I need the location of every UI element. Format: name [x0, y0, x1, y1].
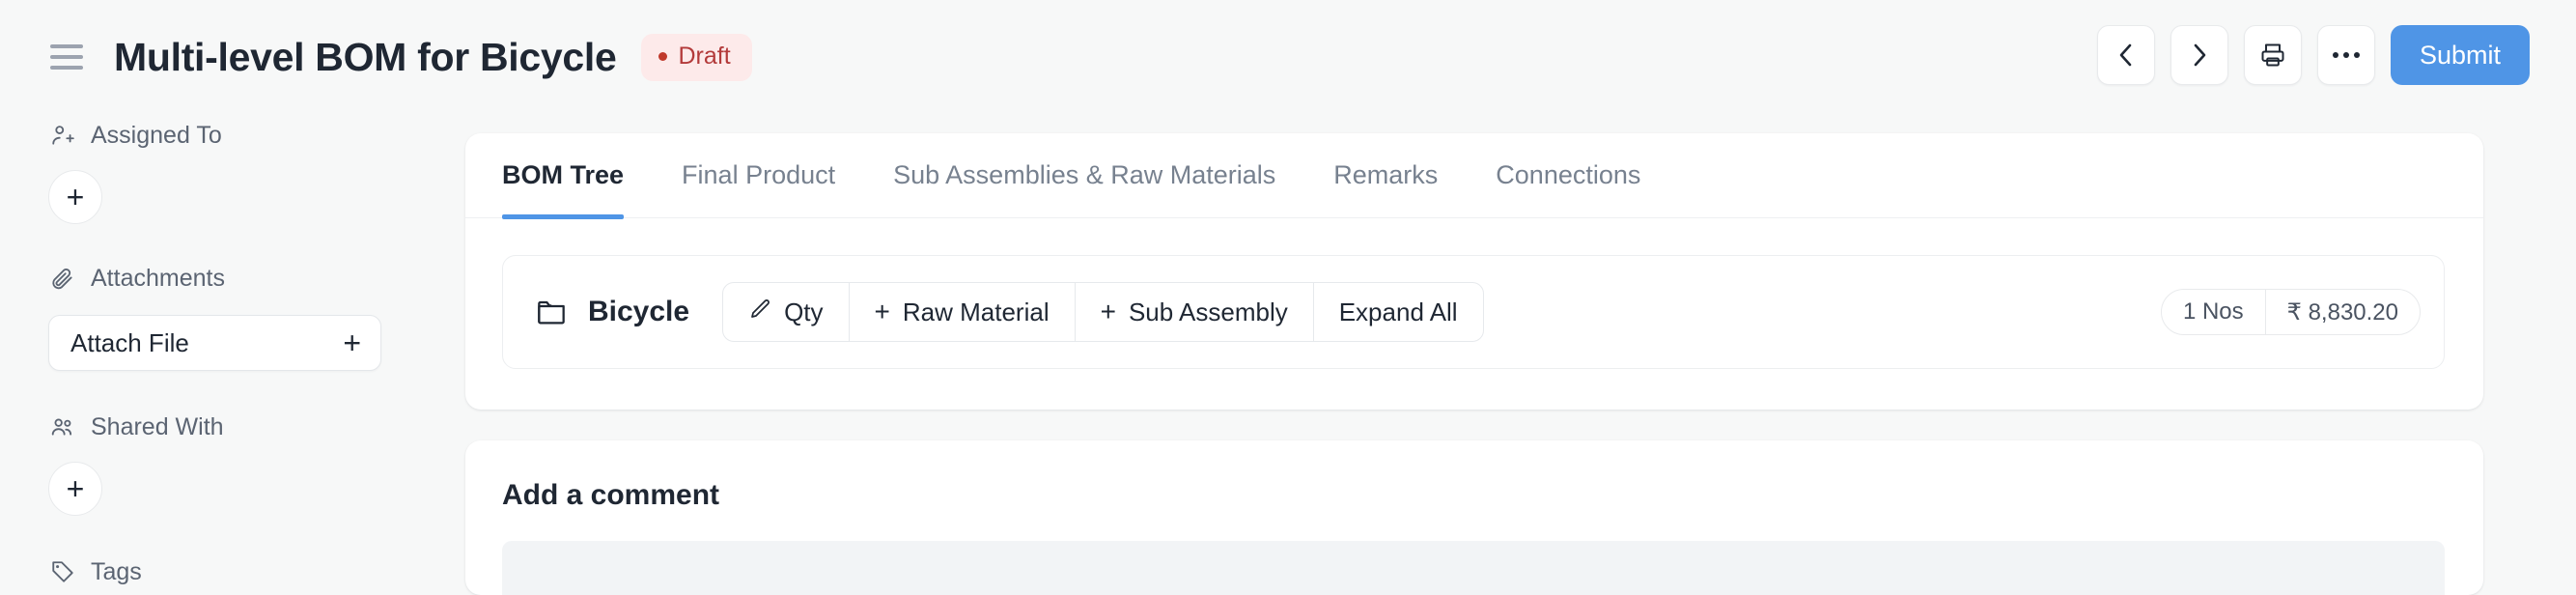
app-page: Multi-level BOM for Bicycle Draft Submit… [0, 0, 2576, 595]
bom-node-name: Bicycle [588, 296, 690, 327]
page-title: Multi-level BOM for Bicycle [114, 34, 617, 79]
edit-qty-label: Qty [784, 297, 824, 326]
sidebar-section-header: Shared With [0, 406, 462, 448]
tab-remarks[interactable]: Remarks [1304, 133, 1467, 218]
attach-file-label: Attach File [70, 327, 189, 357]
sidebar-section-label: Assigned To [91, 121, 222, 149]
status-badge-label: Draft [678, 42, 731, 70]
more-options-button[interactable] [2316, 25, 2375, 85]
add-raw-material-button[interactable]: + Raw Material [850, 283, 1076, 341]
comment-input[interactable] [502, 541, 2445, 595]
sidebar-section-attachments: Attachments Attach File + [0, 257, 462, 371]
sidebar-section-header: Tags [0, 551, 462, 593]
tab-final-product[interactable]: Final Product [653, 133, 864, 218]
bom-tree-root-row: Bicycle Qty + Raw Material + Sub Assembl… [502, 255, 2445, 369]
sidebar-section-label: Tags [91, 557, 142, 585]
tag-icon [50, 559, 75, 584]
add-assignee-button[interactable]: + [48, 170, 102, 224]
bom-card: BOM Tree Final Product Sub Assemblies & … [465, 133, 2483, 410]
next-document-button[interactable] [2170, 25, 2228, 85]
hamburger-bar [50, 66, 83, 70]
plus-icon: + [1100, 297, 1116, 326]
folder-icon[interactable] [536, 298, 567, 326]
printer-icon [2259, 42, 2286, 69]
submit-button[interactable]: Submit [2390, 25, 2530, 85]
users-icon [50, 414, 75, 439]
tab-bar: BOM Tree Final Product Sub Assemblies & … [465, 133, 2483, 219]
sidebar-section-header: Assigned To [0, 114, 462, 156]
tab-connections[interactable]: Connections [1467, 133, 1669, 218]
add-sub-assembly-button[interactable]: + Sub Assembly [1076, 283, 1314, 341]
add-raw-material-label: Raw Material [902, 297, 1050, 326]
sidebar-section-header: Attachments [0, 257, 462, 299]
expand-all-label: Expand All [1338, 297, 1458, 326]
bom-quantity-value: 1 Nos [2162, 290, 2266, 334]
sidebar-section-tags: Tags [0, 551, 462, 593]
status-badge: Draft [641, 33, 752, 81]
ellipsis-icon [2332, 52, 2360, 58]
page-header: Multi-level BOM for Bicycle Draft Submit [0, 0, 2576, 114]
add-sub-assembly-label: Sub Assembly [1128, 297, 1288, 326]
attach-file-button[interactable]: Attach File + [48, 315, 381, 371]
prev-document-button[interactable] [2096, 25, 2155, 85]
hamburger-icon[interactable] [50, 44, 83, 70]
paperclip-icon [50, 266, 75, 291]
hamburger-bar [50, 44, 83, 48]
plus-icon: + [66, 180, 85, 214]
sidebar-section-label: Attachments [91, 264, 225, 292]
chevron-left-icon [2114, 42, 2138, 69]
tab-sub-assemblies-raw-materials[interactable]: Sub Assemblies & Raw Materials [864, 133, 1304, 218]
plus-icon: + [66, 471, 85, 506]
comment-card: Add a comment [465, 440, 2483, 595]
bom-node-meta: 1 Nos ₹ 8,830.20 [2160, 289, 2421, 335]
bom-amount-value: ₹ 8,830.20 [2286, 298, 2398, 326]
user-plus-icon [50, 123, 75, 148]
plus-icon: + [874, 297, 890, 326]
add-shared-user-button[interactable]: + [48, 462, 102, 516]
comment-section-title: Add a comment [502, 479, 720, 511]
expand-all-button[interactable]: Expand All [1314, 283, 1483, 341]
edit-qty-button[interactable]: Qty [723, 283, 850, 341]
bom-node-actions: Qty + Raw Material + Sub Assembly Expand… [722, 282, 1484, 342]
hamburger-bar [50, 55, 83, 59]
plus-icon: + [343, 326, 361, 360]
tab-bom-tree[interactable]: BOM Tree [502, 133, 653, 219]
bom-tree-panel: Bicycle Qty + Raw Material + Sub Assembl… [465, 218, 2483, 410]
sidebar: Assigned To + Attachments Attach File + [0, 114, 462, 595]
chevron-right-icon [2188, 42, 2211, 69]
sidebar-section-label: Shared With [91, 412, 224, 440]
sidebar-section-shared-with: Shared With + [0, 406, 462, 516]
pencil-icon [748, 298, 771, 327]
main-content: BOM Tree Final Product Sub Assemblies & … [465, 133, 2483, 595]
status-dot-icon [658, 51, 668, 61]
header-actions: Submit [2096, 25, 2530, 85]
print-button[interactable] [2243, 25, 2302, 85]
sidebar-section-assigned-to: Assigned To + [0, 114, 462, 224]
